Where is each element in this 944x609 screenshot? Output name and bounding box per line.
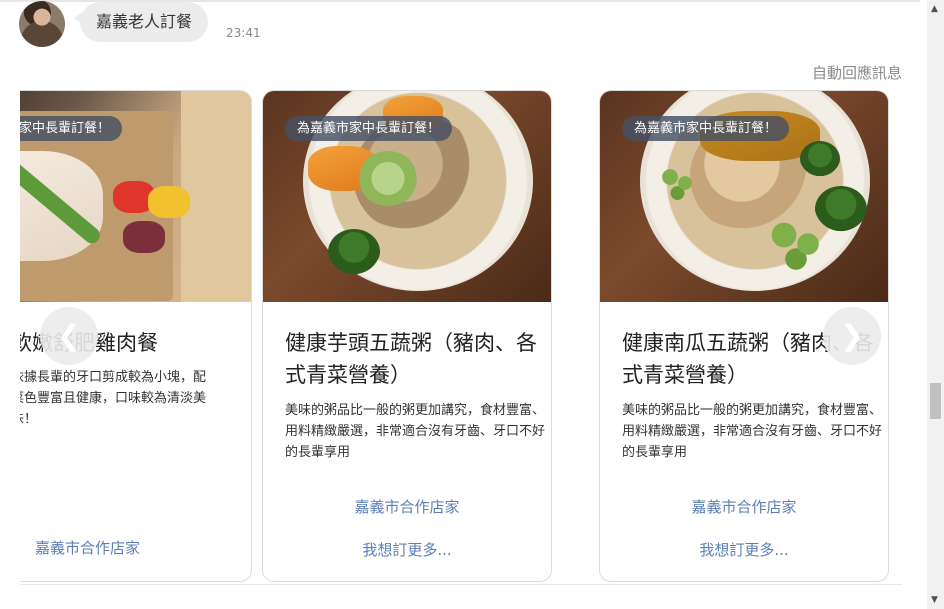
message-time: 23:41 bbox=[226, 26, 261, 40]
carousel: 為嘉義市家中長輩訂餐！ 軟嫩舒肥雞肉餐 依據長輩的牙口剪成較為小塊，配菜色豐富且… bbox=[20, 90, 902, 582]
card-action-link[interactable]: 嘉義市合作店家 bbox=[600, 496, 888, 517]
card-tag: 為嘉義市家中長輩訂餐！ bbox=[285, 116, 453, 141]
chevron-right-icon[interactable]: ❯ bbox=[823, 307, 881, 365]
product-photo: 為嘉義市家中長輩訂餐！ bbox=[20, 91, 251, 302]
scroll-up-icon[interactable]: ▲ bbox=[931, 4, 938, 14]
product-photo: 為嘉義市家中長輩訂餐！ bbox=[263, 91, 551, 302]
card-description: 美味的粥品比一般的粥更加講究，食材豐富、用料精緻嚴選，非常適合沒有牙齒、牙口不好… bbox=[285, 403, 546, 460]
product-card[interactable]: 為嘉義市家中長輩訂餐！ 健康芋頭五蔬粥（豬肉、各式青菜營養） 美味的粥品比一般的… bbox=[262, 90, 552, 582]
bottom-divider bbox=[20, 584, 902, 585]
card-tag: 為嘉義市家中長輩訂餐！ bbox=[20, 116, 123, 141]
card-description: 依據長輩的牙口剪成較為小塊，配菜色豐富且健康，口味較為清淡美味！ bbox=[20, 370, 207, 427]
card-title: 健康芋頭五蔬粥（豬肉、各式青菜營養） bbox=[285, 331, 537, 387]
card-action-link[interactable]: 嘉義市合作店家 bbox=[25, 537, 251, 558]
order-more-link[interactable]: 我想訂更多... bbox=[263, 539, 551, 560]
card-tag: 為嘉義市家中長輩訂餐！ bbox=[622, 116, 790, 141]
card-action-link[interactable]: 嘉義市合作店家 bbox=[263, 496, 551, 517]
sender-name-bubble: 嘉義老人訂餐 bbox=[73, 2, 209, 42]
scrollbar-thumb[interactable] bbox=[930, 383, 941, 419]
chevron-left-icon[interactable]: ❮ bbox=[40, 307, 98, 365]
scroll-down-icon[interactable]: ▼ bbox=[931, 595, 938, 605]
order-more-link[interactable]: 我想訂更多... bbox=[600, 539, 888, 560]
auto-reply-label: 自動回應訊息 bbox=[811, 64, 902, 82]
product-photo: 為嘉義市家中長輩訂餐！ bbox=[600, 91, 888, 302]
sender-avatar[interactable] bbox=[19, 1, 65, 47]
vertical-scrollbar[interactable]: ▲ ▼ bbox=[927, 0, 944, 609]
card-description: 美味的粥品比一般的粥更加講究，食材豐富、用料精緻嚴選，非常適合沒有牙齒、牙口不好… bbox=[622, 403, 883, 460]
